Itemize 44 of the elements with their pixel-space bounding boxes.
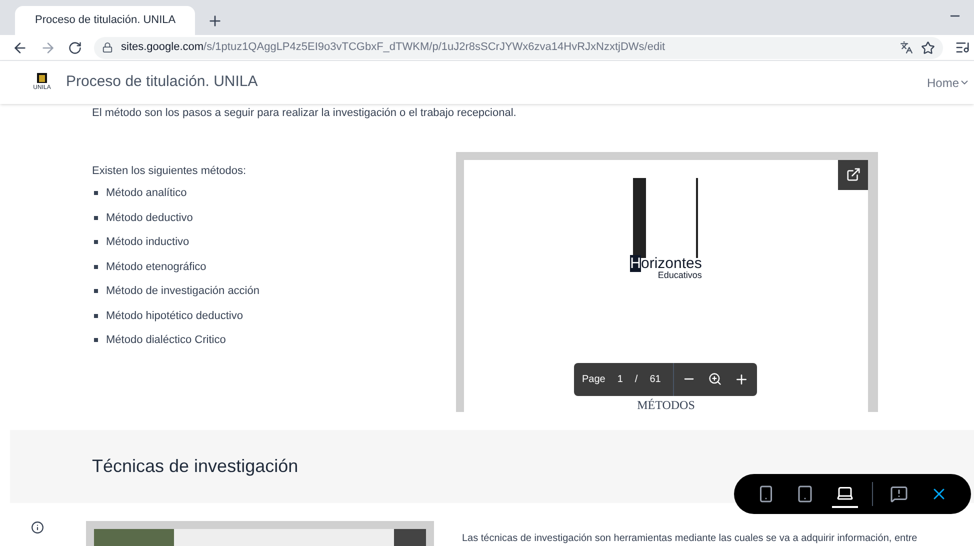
back-icon[interactable]	[12, 40, 28, 56]
method-item: Método dialéctico Critico	[106, 333, 226, 348]
media-icon[interactable]	[955, 40, 970, 55]
site-title: Proceso de titulación. UNILA	[66, 72, 258, 92]
reload-icon[interactable]	[68, 40, 82, 54]
method-item: Método deductivo	[106, 210, 193, 226]
method-item: Método de investigación acción	[106, 284, 260, 299]
page-number[interactable]: 1	[613, 372, 627, 386]
tab-title: Proceso de titulación. UNILA	[35, 13, 176, 28]
open-external-icon	[846, 167, 860, 182]
open-external-button[interactable]	[838, 160, 868, 190]
bullet-icon	[94, 264, 98, 269]
bullet-icon	[94, 289, 98, 294]
plus-icon	[734, 372, 749, 386]
pdf-brand-subtitle: Educativos	[658, 270, 702, 280]
browser-tab[interactable]: Proceso de titulación. UNILA	[15, 6, 195, 35]
bullet-icon	[94, 191, 98, 196]
bullet-icon	[94, 240, 98, 244]
nav-link[interactable]: Home	[926, 74, 970, 92]
method-item: Método etenográfico	[106, 260, 206, 274]
page-total: 61	[648, 372, 662, 386]
translate-icon[interactable]	[900, 41, 913, 54]
page-separator: /	[634, 372, 639, 386]
section-title: Técnicas de investigación	[92, 454, 298, 478]
pdf-next-title: MÉTODOS	[637, 398, 695, 412]
address-bar[interactable]: sites.google.com/s/1ptuz1QAggLP4z5EI9o3vTCGbxF_dTWKM/p/1uJ2r8sSCrJYWx6zva14HvRJxNzxtjDWs/edit	[94, 36, 943, 58]
pdf-brand: Horizontes	[630, 256, 702, 270]
forward-icon[interactable]	[40, 40, 56, 56]
url-text: sites.google.com/s/1ptuz1QAggLP4z5EI9o3vTCGbxF_dTWKM/p/1uJ2r8sSCrJYWx6zva14HvRJxNzxtjDWs/edit	[121, 40, 666, 56]
new-tab-icon[interactable]	[207, 13, 223, 29]
method-item: Método hipotético deductivo	[106, 308, 243, 324]
lock-icon	[102, 42, 113, 53]
bullet-icon	[94, 314, 98, 318]
info-icon[interactable]	[31, 520, 44, 534]
bullet-icon	[94, 338, 98, 342]
bullet-icon	[94, 216, 98, 220]
techniques-text: Las técnicas de investigación son herramientas mediante las cuales se va a adquirir información, entre	[462, 532, 918, 546]
page-label: Page	[581, 372, 606, 386]
method-item: Método inductivo	[106, 235, 190, 250]
method-item: Método analítico	[106, 186, 187, 201]
methods-heading: Existen los siguientes métodos:	[92, 164, 248, 178]
logo-icon	[36, 72, 48, 84]
intro-text: El método son los pasos a seguir para realizar la investigación o el trabajo recepcional.	[91, 106, 518, 121]
bookmark-icon[interactable]	[921, 40, 935, 54]
